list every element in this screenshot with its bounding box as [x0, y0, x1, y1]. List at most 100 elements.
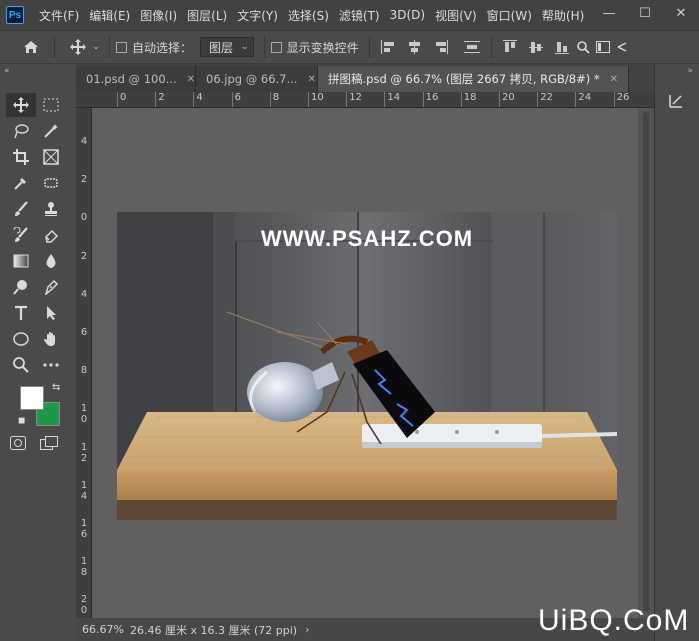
- layer-select-value: 图层: [209, 40, 234, 55]
- divider: [109, 36, 110, 58]
- screen-mode-icon[interactable]: [40, 436, 58, 453]
- zoom-tool-icon[interactable]: [6, 353, 36, 377]
- align-horizontal-center-icon[interactable]: [407, 40, 423, 54]
- collapse-toolbar-icon[interactable]: «: [4, 66, 72, 78]
- menu-bar: Ps 文件(F) 编辑(E) 图像(I) 图层(L) 文字(Y) 选择(S) 滤…: [0, 0, 699, 30]
- tab-active-document[interactable]: 拼图稿.psd @ 66.7% (图层 2667 拷贝, RGB/8#) * ✕: [318, 66, 630, 92]
- history-brush-tool-icon[interactable]: [6, 223, 36, 247]
- chevron-down-icon[interactable]: ⌄: [89, 42, 103, 52]
- divider: [490, 36, 492, 58]
- align-left-icon[interactable]: [380, 40, 397, 54]
- vertical-ruler: 4 2 0 2 4 6 8 10 12 14 16 18 20: [76, 108, 92, 618]
- home-icon[interactable]: [14, 40, 48, 54]
- brush-tool-icon[interactable]: [6, 197, 36, 221]
- eraser-tool-icon[interactable]: [36, 223, 66, 247]
- quick-mask-icon[interactable]: [10, 436, 26, 453]
- ruler-tick-label: 12: [80, 441, 88, 464]
- eyedropper-tool-icon[interactable]: [6, 171, 36, 195]
- move-tool-icon[interactable]: [6, 93, 36, 117]
- auto-select-label: 自动选择：: [132, 40, 193, 55]
- menu-image[interactable]: 图像(I): [135, 7, 182, 24]
- mode-row: [10, 436, 58, 453]
- menu-edit[interactable]: 编辑(E): [84, 7, 135, 24]
- maximize-button[interactable]: ☐: [627, 0, 663, 26]
- vertical-scrollbar[interactable]: [638, 108, 654, 618]
- divider: [54, 36, 55, 58]
- share-icon[interactable]: [614, 41, 630, 53]
- canvas-watermark-text: WWW.PSAHZ.COM: [260, 226, 474, 251]
- close-icon[interactable]: ✕: [610, 74, 618, 85]
- menu-3d[interactable]: 3D(D): [385, 8, 430, 22]
- collapse-panels-icon[interactable]: »: [655, 64, 699, 76]
- move-icon[interactable]: [67, 39, 89, 55]
- ruler-tick-label: 16: [80, 518, 88, 540]
- scrollbar-thumb[interactable]: [643, 112, 649, 612]
- divider: [368, 36, 370, 58]
- ruler-tick-label: 26: [613, 92, 629, 107]
- ruler-tick-label: 20: [80, 594, 88, 617]
- crop-tool-icon[interactable]: [6, 145, 36, 169]
- align-vertical-center-icon[interactable]: [528, 40, 545, 54]
- minimize-button[interactable]: —: [591, 0, 627, 26]
- menu-filter[interactable]: 滤镜(T): [334, 7, 385, 24]
- ruler-tick-label: 16: [422, 92, 438, 107]
- properties-panel-icon[interactable]: [665, 90, 687, 112]
- menu-window[interactable]: 窗口(W): [482, 7, 537, 24]
- composite-artwork: [117, 212, 617, 520]
- ruler-tick-label: 2: [80, 174, 88, 186]
- distribute-icon[interactable]: [463, 40, 480, 54]
- magic-wand-tool-icon[interactable]: [36, 119, 66, 143]
- toolbar: [6, 92, 72, 378]
- tab-06-jpg[interactable]: 06.jpg @ 66.7... ✕: [196, 66, 318, 92]
- layer-select-dropdown[interactable]: 图层 ⌄: [200, 37, 254, 57]
- menu-view[interactable]: 视图(V): [430, 7, 482, 24]
- align-right-icon[interactable]: [433, 40, 449, 54]
- close-icon[interactable]: ✕: [307, 74, 315, 85]
- gradient-tool-icon[interactable]: [6, 249, 36, 273]
- document-info: 26.46 厘米 x 16.3 厘米 (72 ppi): [130, 623, 298, 637]
- menu-help[interactable]: 帮助(H): [537, 7, 589, 24]
- align-top-icon[interactable]: [502, 40, 519, 54]
- tab-01-psd[interactable]: 01.psd @ 100... ✕: [76, 66, 196, 92]
- show-transform-checkbox[interactable]: [270, 41, 282, 53]
- marquee-tool-icon[interactable]: [36, 93, 66, 117]
- type-tool-icon[interactable]: [6, 301, 36, 325]
- foreground-color-swatch[interactable]: [20, 386, 44, 410]
- document-canvas[interactable]: WWW.PSAHZ.COM: [117, 212, 617, 520]
- divider: [263, 36, 265, 58]
- workspace-icon[interactable]: [592, 41, 614, 53]
- menu-select[interactable]: 选择(S): [283, 7, 334, 24]
- path-selection-tool-icon[interactable]: [36, 301, 66, 325]
- close-icon[interactable]: ✕: [187, 74, 195, 85]
- frame-tool-icon[interactable]: [36, 145, 66, 169]
- menu-layer[interactable]: 图层(L): [182, 7, 232, 24]
- right-panel-dock: »: [654, 64, 699, 641]
- search-icon[interactable]: [576, 40, 592, 54]
- swap-colors-icon[interactable]: ⇆: [52, 382, 60, 393]
- default-colors-icon[interactable]: ◼: [18, 416, 25, 426]
- menu-file[interactable]: 文件(F): [34, 7, 84, 24]
- zoom-level[interactable]: 66.67%: [76, 623, 126, 636]
- close-button[interactable]: ✕: [663, 0, 699, 26]
- stamp-tool-icon[interactable]: [36, 197, 66, 221]
- horizontal-ruler: 0 2 4 6 8 10 12 14 16 18 20 22 24 26: [76, 92, 654, 108]
- ruler-tick-label: 4: [80, 136, 88, 147]
- options-bar: ⌄ 自动选择： 图层 ⌄ 显示变换控件: [0, 30, 699, 64]
- dodge-tool-icon[interactable]: [6, 275, 36, 299]
- lasso-tool-icon[interactable]: [6, 119, 36, 143]
- align-bottom-icon[interactable]: [554, 40, 571, 54]
- ruler-tick-label: 14: [80, 479, 88, 502]
- spot-healing-tool-icon[interactable]: [36, 171, 66, 195]
- auto-select-checkbox[interactable]: [116, 41, 127, 53]
- chevron-right-icon[interactable]: ›: [305, 623, 309, 636]
- ruler-tick-label: 8: [269, 92, 279, 107]
- tab-label: 拼图稿.psd @ 66.7% (图层 2667 拷贝, RGB/8#) *: [328, 72, 600, 86]
- blur-tool-icon[interactable]: [36, 249, 66, 273]
- more-tools-icon[interactable]: [36, 353, 66, 377]
- ellipse-tool-icon[interactable]: [6, 327, 36, 351]
- ruler-tick-label: 4: [80, 288, 88, 300]
- pen-tool-icon[interactable]: [36, 275, 66, 299]
- menu-type[interactable]: 文字(Y): [232, 7, 283, 24]
- hand-tool-icon[interactable]: [36, 327, 66, 351]
- ruler-tick-label: 6: [80, 327, 88, 338]
